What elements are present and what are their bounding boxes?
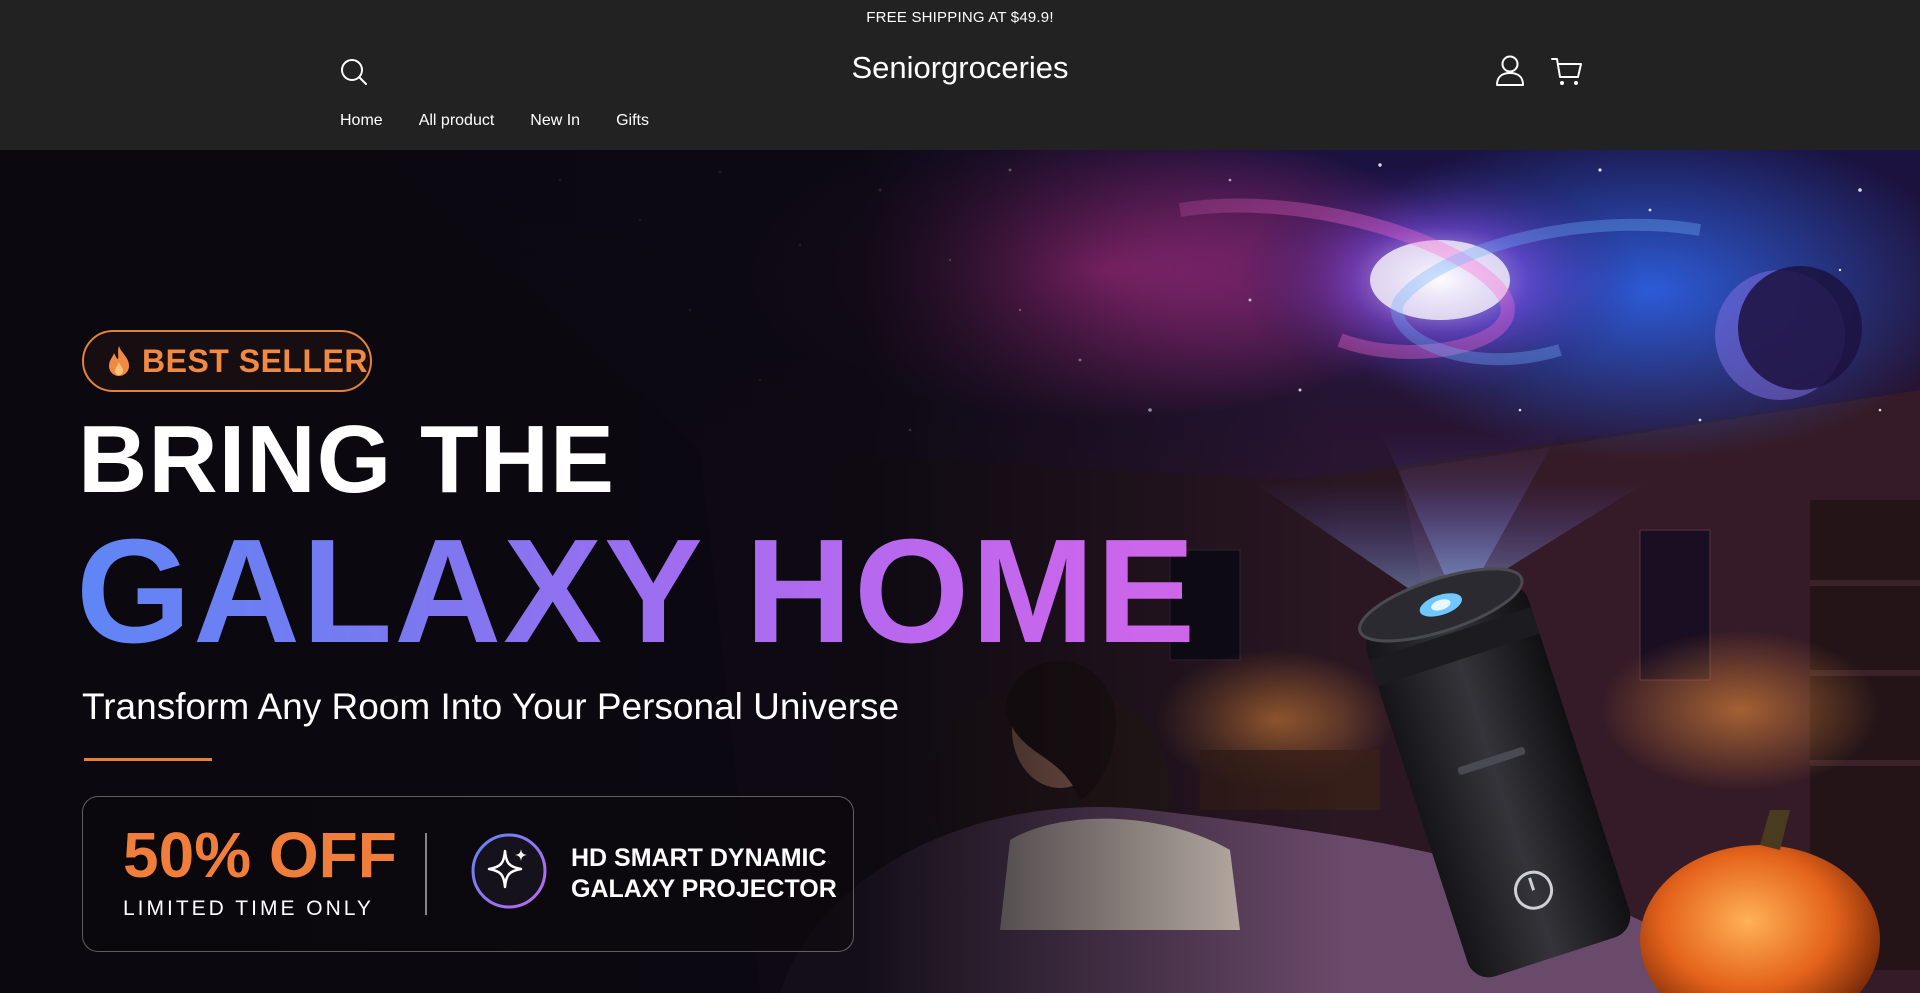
badge-label: BEST SELLER bbox=[142, 342, 368, 379]
fire-icon bbox=[109, 346, 129, 376]
discount-text: 50% OFF bbox=[123, 819, 397, 891]
site-logo: Seniorgroceries bbox=[0, 50, 1920, 86]
product-name-line1: HD SMART DYNAMIC bbox=[571, 844, 827, 872]
nav-item-new-in[interactable]: New In bbox=[530, 112, 580, 130]
nav-item-home[interactable]: Home bbox=[340, 112, 383, 130]
limited-time-text: LIMITED TIME ONLY bbox=[123, 897, 374, 920]
main-nav: Home All product New In Gifts bbox=[340, 112, 649, 130]
best-seller-badge: BEST SELLER bbox=[82, 330, 372, 392]
account-button[interactable] bbox=[1494, 54, 1526, 88]
site-header: Seniorgroceries Home All product New In … bbox=[0, 34, 1920, 150]
product-name: HD SMART DYNAMIC GALAXY PROJECTOR bbox=[571, 843, 837, 905]
promo-divider bbox=[425, 833, 427, 915]
hero-banner[interactable]: BEST SELLER BRING THE GALAXY HOME Transf… bbox=[0, 150, 1920, 993]
promo-card[interactable]: 50% OFF LIMITED TIME ONLY HD SMART DYNAM… bbox=[82, 796, 854, 952]
user-icon bbox=[1496, 55, 1524, 86]
announcement-bar: FREE SHIPPING AT $49.9! bbox=[0, 0, 1920, 34]
sparkle-icon bbox=[471, 833, 547, 909]
accent-divider bbox=[84, 758, 212, 761]
cart-button[interactable] bbox=[1550, 54, 1584, 88]
hero-subheadline: Transform Any Room Into Your Personal Un… bbox=[82, 686, 900, 727]
hero-headline-line2: GALAXY HOME bbox=[76, 509, 1198, 674]
product-name-line2: GALAXY PROJECTOR bbox=[571, 875, 837, 903]
nav-item-gifts[interactable]: Gifts bbox=[616, 112, 649, 130]
announcement-text: FREE SHIPPING AT $49.9! bbox=[866, 8, 1054, 26]
nav-item-all-product[interactable]: All product bbox=[419, 112, 495, 130]
cart-icon bbox=[1551, 58, 1582, 85]
logo-text[interactable]: Seniorgroceries bbox=[851, 50, 1068, 86]
hero-headline-line1: BRING THE bbox=[78, 406, 615, 513]
